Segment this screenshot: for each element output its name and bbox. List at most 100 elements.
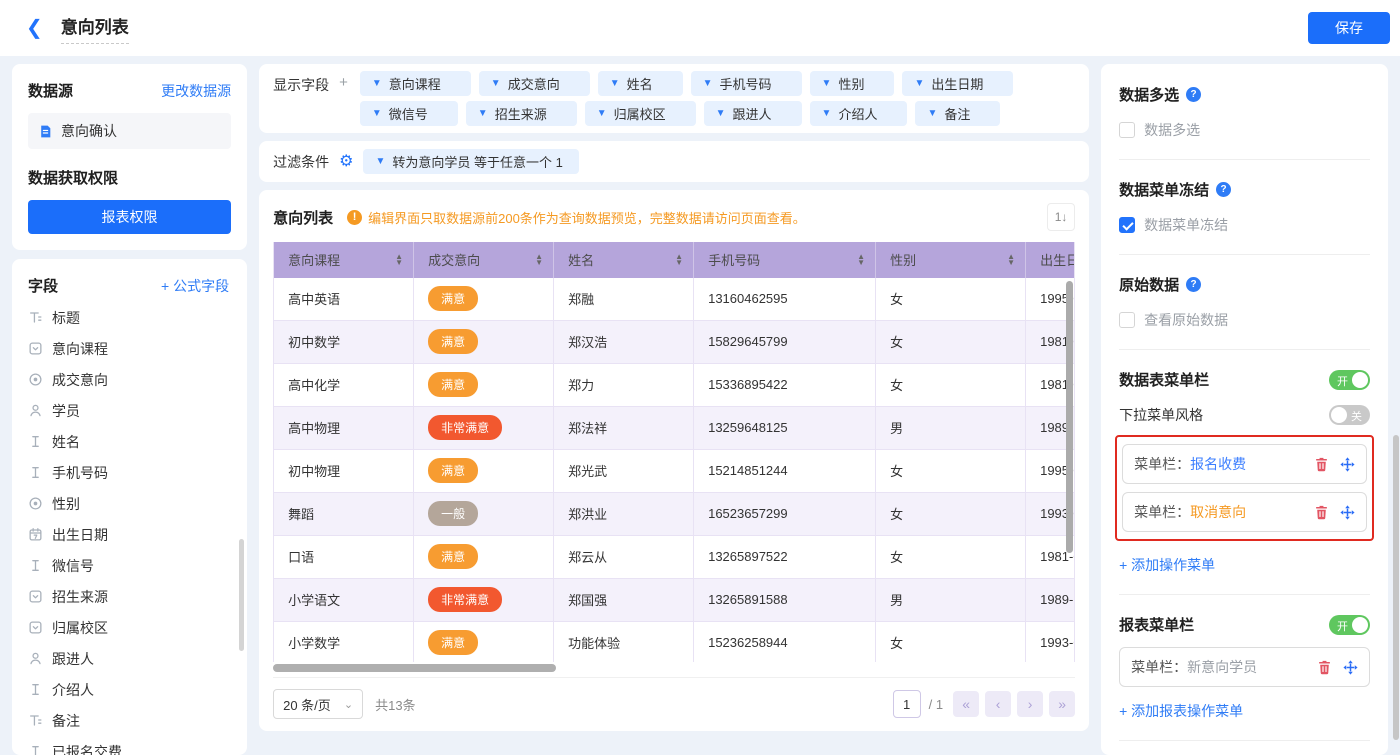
move-icon[interactable] bbox=[1343, 659, 1358, 675]
table-row[interactable]: 初中物理满意郑光武15214851244女1995-01 bbox=[274, 449, 1075, 493]
field-item[interactable]: 成交意向 bbox=[28, 364, 237, 395]
display-field-chip[interactable]: ▼ 跟进人 bbox=[703, 101, 802, 126]
field-item[interactable]: 归属校区 bbox=[28, 612, 237, 643]
table-row[interactable]: 高中化学满意郑力15336895422女1981-06 bbox=[274, 363, 1075, 407]
move-icon[interactable] bbox=[1340, 456, 1355, 472]
horizontal-scrollbar-thumb[interactable] bbox=[273, 664, 557, 673]
checkbox-unchecked[interactable] bbox=[1119, 122, 1136, 138]
field-item[interactable]: 意向课程 bbox=[28, 333, 237, 364]
field-item[interactable]: 出生日期 bbox=[28, 519, 237, 550]
save-button[interactable]: 保存 bbox=[1308, 12, 1390, 44]
raw-data-checkbox[interactable]: 查看原始数据 bbox=[1119, 310, 1370, 330]
add-action-menu-link[interactable]: + 添加操作菜单 bbox=[1119, 555, 1215, 575]
column-header[interactable]: 成交意向 ▲ ▼ bbox=[414, 241, 555, 278]
sort-carets-icon[interactable]: ▲ ▼ bbox=[857, 252, 865, 266]
display-field-chip[interactable]: ▼ 微信号 bbox=[359, 101, 458, 126]
chevron-down-icon: ▼ bbox=[821, 108, 832, 119]
chevron-down-icon: ⌄ bbox=[343, 698, 354, 711]
dropdown-style-toggle-off[interactable]: 关 bbox=[1329, 405, 1370, 425]
checkbox-unchecked[interactable] bbox=[1119, 312, 1136, 328]
display-field-chip[interactable]: ▼ 备注 bbox=[915, 101, 1001, 126]
filter-condition-chip[interactable]: ▼ 转为意向学员 等于任意一个 1 bbox=[363, 149, 579, 174]
table-row[interactable]: 口语满意郑云从13265897522女1981-06 bbox=[274, 535, 1075, 579]
help-icon[interactable]: ? bbox=[1186, 277, 1202, 292]
field-item[interactable]: 已报名交费 bbox=[28, 736, 237, 755]
table-row[interactable]: 小学语文非常满意 郑国强13265891588男1989-11 bbox=[274, 578, 1075, 622]
table-row[interactable]: 高中物理非常满意郑法祥13259648125男1989-11 bbox=[274, 406, 1075, 450]
column-header[interactable]: 出生日期▲▼ bbox=[1026, 242, 1074, 278]
page-scrollbar[interactable] bbox=[1393, 435, 1399, 740]
display-field-chip[interactable]: ▼ 成交意向 bbox=[478, 71, 590, 96]
help-icon[interactable]: ? bbox=[1186, 87, 1202, 102]
sort-carets-icon[interactable]: ▲ ▼ bbox=[1007, 252, 1015, 266]
datasource-item[interactable]: 意向确认 bbox=[28, 113, 232, 149]
table-row[interactable]: 初中数学满意郑汉浩15829645799女1981-06 bbox=[274, 320, 1075, 364]
next-page-button[interactable]: › bbox=[1017, 691, 1044, 717]
column-header[interactable]: 姓名 ▲ ▼ bbox=[554, 241, 695, 278]
table-vertical-scrollbar[interactable] bbox=[1066, 280, 1074, 553]
sort-carets-icon[interactable]: ▲ ▼ bbox=[675, 252, 683, 266]
display-field-chip[interactable]: ▼ 性别 bbox=[809, 71, 895, 96]
report-menu-title: 报表菜单栏 bbox=[1119, 617, 1195, 634]
trash-icon[interactable] bbox=[1314, 505, 1329, 520]
field-item[interactable]: 手机号码 bbox=[28, 457, 237, 488]
column-header[interactable]: 性别 ▲ ▼ bbox=[876, 241, 1027, 278]
field-item[interactable]: 标题 bbox=[28, 302, 237, 333]
change-datasource-link[interactable]: 更改数据源 bbox=[161, 81, 231, 101]
field-item-label: 性别 bbox=[52, 495, 80, 512]
table-row[interactable]: 高中英语满意郑融13160462595女1995-01 bbox=[274, 277, 1075, 321]
trash-icon[interactable] bbox=[1314, 457, 1329, 472]
display-field-chip[interactable]: ▼ 意向课程 bbox=[359, 71, 471, 96]
display-field-chip[interactable]: ▼ 介绍人 bbox=[809, 101, 908, 126]
add-formula-field-link[interactable]: + 公式字段 bbox=[161, 276, 229, 296]
display-field-chip-row-1: ▼ 意向课程 ▼ 成交意向 ▼ 姓名 ▼ 手机号码 ▼ 性别 ▼ 出生日期 bbox=[359, 71, 1075, 96]
table-cell: 满意 bbox=[414, 363, 555, 407]
menu-bar-item-name: 新意向学员 bbox=[1187, 659, 1258, 675]
menu-freeze-checkbox[interactable]: 数据菜单冻结 bbox=[1119, 215, 1370, 235]
field-item[interactable]: 跟进人 bbox=[28, 643, 237, 674]
table-row[interactable]: 舞蹈一般郑洪业16523657299女1993-08 bbox=[274, 492, 1075, 536]
fields-scrollbar[interactable] bbox=[239, 539, 245, 651]
column-header[interactable]: 意向课程 ▲ ▼ bbox=[274, 241, 415, 278]
first-page-button[interactable]: « bbox=[953, 691, 980, 717]
display-field-chip[interactable]: ▼ 归属校区 bbox=[584, 101, 696, 126]
sort-carets-icon[interactable]: ▲ ▼ bbox=[395, 252, 403, 266]
field-item[interactable]: 学员 bbox=[28, 395, 237, 426]
column-header[interactable]: 手机号码 ▲ ▼ bbox=[694, 241, 877, 278]
multi-select-checkbox[interactable]: 数据多选 bbox=[1119, 120, 1370, 140]
move-icon[interactable] bbox=[1340, 504, 1355, 520]
field-item[interactable]: 性别 bbox=[28, 488, 237, 519]
text-icon bbox=[28, 682, 43, 697]
trash-icon[interactable] bbox=[1317, 660, 1332, 675]
display-field-chip[interactable]: ▼ 姓名 bbox=[597, 71, 683, 96]
field-item[interactable]: 介绍人 bbox=[28, 674, 237, 705]
add-display-field-button[interactable]: + bbox=[339, 74, 348, 126]
menu-bar-item[interactable]: 菜单栏： 报名收费 bbox=[1122, 444, 1367, 484]
current-page-input[interactable]: 1 bbox=[892, 690, 921, 718]
field-item[interactable]: 微信号 bbox=[28, 550, 237, 581]
table-cell: 高中物理 bbox=[274, 406, 415, 450]
sort-carets-icon[interactable]: ▲ ▼ bbox=[535, 252, 543, 266]
help-icon[interactable]: ? bbox=[1216, 182, 1232, 197]
menu-bar-item[interactable]: 菜单栏： 取消意向 bbox=[1122, 492, 1367, 532]
add-report-menu-link[interactable]: + 添加报表操作菜单 bbox=[1119, 701, 1243, 721]
field-item[interactable]: 招生来源 bbox=[28, 581, 237, 612]
page-size-select[interactable]: 20 条/页 ⌄ bbox=[273, 689, 364, 719]
display-field-chip[interactable]: ▼ 出生日期 bbox=[902, 71, 1014, 96]
table-menu-toggle-on[interactable]: 开 bbox=[1329, 369, 1370, 390]
display-field-chip[interactable]: ▼ 手机号码 bbox=[690, 71, 802, 96]
prev-page-button[interactable]: ‹ bbox=[985, 691, 1012, 717]
back-icon[interactable]: ❮ bbox=[26, 18, 43, 38]
checkbox-checked[interactable] bbox=[1119, 217, 1136, 233]
report-menu-toggle-on[interactable]: 开 bbox=[1329, 614, 1370, 635]
menu-bar-item[interactable]: 菜单栏： 新意向学员 bbox=[1119, 647, 1370, 687]
page-title[interactable]: 意向列表 bbox=[60, 13, 129, 44]
gear-icon[interactable]: ⚙ bbox=[339, 153, 353, 170]
table-row[interactable]: 小学数学满意 功能体验15236258944女1993-08 bbox=[274, 621, 1075, 663]
report-permission-button[interactable]: 报表权限 bbox=[28, 200, 232, 234]
field-item[interactable]: 姓名 bbox=[28, 426, 237, 457]
field-item[interactable]: 备注 bbox=[28, 705, 237, 736]
sort-order-icon[interactable]: 1↓ bbox=[1047, 203, 1076, 232]
last-page-button[interactable]: » bbox=[1049, 691, 1076, 717]
display-field-chip[interactable]: ▼ 招生来源 bbox=[465, 101, 577, 126]
